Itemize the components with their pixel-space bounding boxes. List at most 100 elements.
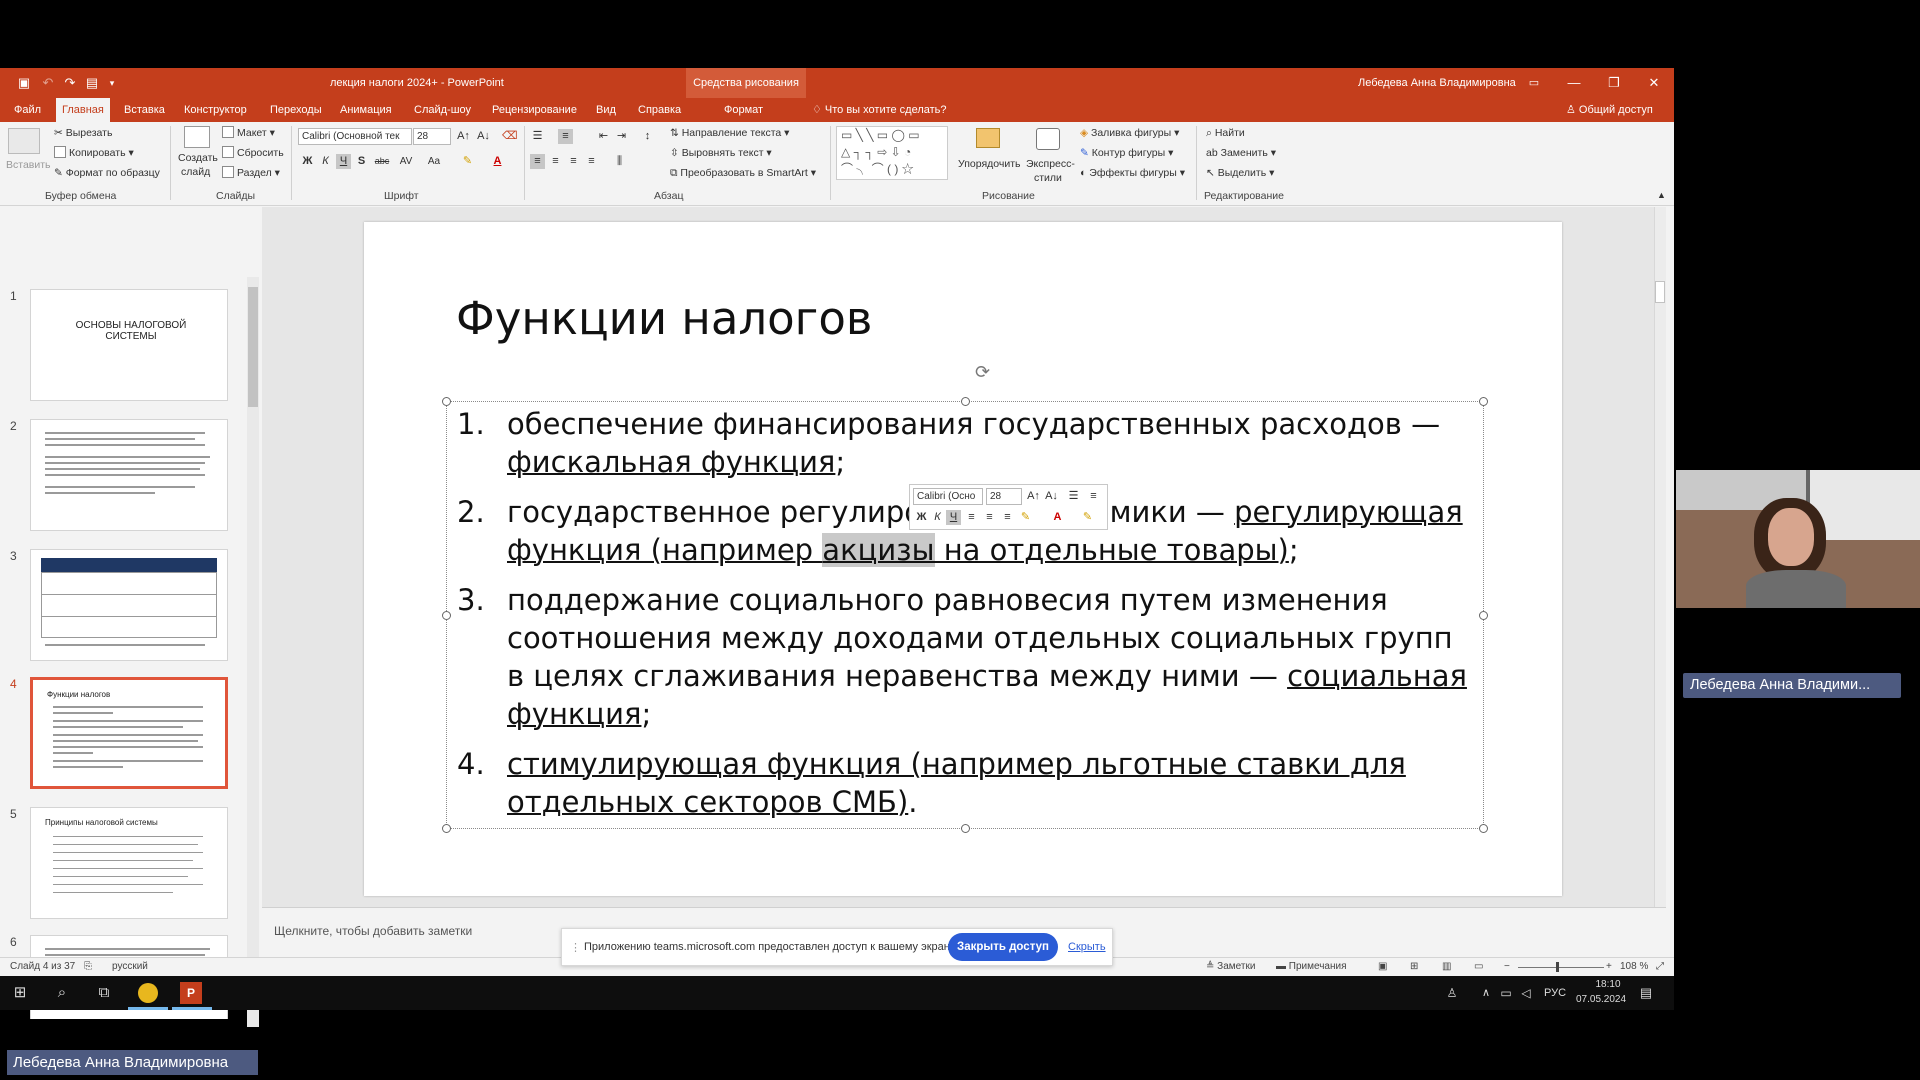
quick-styles-button-2[interactable]: стили	[1034, 171, 1062, 185]
rotate-handle-icon[interactable]: ⟳	[975, 362, 990, 383]
thumbnail-slide-1[interactable]: ОСНОВЫ НАЛОГОВОЙ СИСТЕМЫ	[30, 289, 228, 401]
paste-icon[interactable]	[8, 128, 40, 154]
line-spacing-icon[interactable]: ↕	[640, 129, 655, 144]
resize-handle[interactable]	[442, 397, 451, 406]
decrease-font-icon[interactable]: A↓	[476, 129, 491, 144]
layout-button[interactable]: Макет ▾	[222, 126, 275, 140]
section-button[interactable]: Раздел ▾	[222, 166, 280, 180]
numbering-icon[interactable]: ≡	[558, 129, 573, 144]
resize-handle[interactable]	[442, 611, 451, 620]
underline-button[interactable]: Ч	[336, 154, 351, 169]
tab-format[interactable]: Формат	[718, 98, 769, 122]
spellcheck-icon[interactable]: ⎘	[84, 960, 92, 974]
thumbnail-slide-2[interactable]	[30, 419, 228, 531]
notifications-icon[interactable]: ▤	[1634, 981, 1658, 1005]
bold-button[interactable]: Ж	[300, 154, 315, 169]
justify-icon[interactable]: ≡	[584, 154, 599, 169]
shape-fill-button[interactable]: ◈ Заливка фигуры ▾	[1080, 126, 1179, 140]
ribbon-display-icon[interactable]: ▭	[1514, 68, 1554, 98]
mini-size-combo[interactable]: 28	[986, 488, 1022, 505]
tab-design[interactable]: Конструктор	[178, 98, 253, 122]
shape-outline-button[interactable]: ✎ Контур фигуры ▾	[1080, 146, 1173, 160]
people-icon[interactable]: ♙	[1440, 981, 1464, 1005]
convert-smartart-button[interactable]: ⧉ Преобразовать в SmartArt ▾	[670, 166, 816, 180]
slide-sorter-icon[interactable]: ⊞	[1410, 960, 1418, 974]
tab-view[interactable]: Вид	[590, 98, 622, 122]
quick-styles-button[interactable]: Экспресс-	[1026, 157, 1075, 171]
highlight-icon[interactable]: ✎	[1018, 510, 1033, 525]
align-right-icon[interactable]: ≡	[1000, 510, 1015, 525]
resize-handle[interactable]	[961, 824, 970, 833]
canvas-scrollbar[interactable]	[1654, 207, 1666, 907]
format-painter-icon[interactable]: ✎	[1080, 510, 1095, 525]
save-icon[interactable]: ▣	[16, 75, 32, 91]
columns-icon[interactable]: ⫼	[612, 154, 627, 169]
collapse-ribbon-icon[interactable]: ▲	[1654, 188, 1669, 203]
underline-icon[interactable]: Ч	[946, 510, 961, 525]
find-button[interactable]: ⌕ Найти	[1206, 126, 1245, 140]
content-placeholder[interactable]: 1. обеспечение финансирования государств…	[442, 397, 1488, 833]
clock-time[interactable]: 18:10	[1588, 979, 1628, 990]
numbering-icon[interactable]: ≡	[1086, 489, 1101, 504]
minimize-button[interactable]: —	[1554, 68, 1594, 98]
change-case-button[interactable]: Aa	[424, 154, 444, 169]
decrease-indent-icon[interactable]: ⇤	[596, 129, 611, 144]
align-left-icon[interactable]: ≡	[530, 154, 545, 169]
font-size-combo[interactable]: 28	[413, 128, 451, 145]
fit-slide-icon[interactable]: ⤢	[1656, 960, 1664, 974]
bullets-icon[interactable]: ☰	[530, 129, 545, 144]
new-slide-button[interactable]: Создать	[178, 151, 218, 165]
arrange-button[interactable]: Упорядочить	[958, 157, 1020, 171]
reset-button[interactable]: Сбросить	[222, 146, 284, 160]
select-button[interactable]: ↖ Выделить ▾	[1206, 166, 1274, 180]
canvas-scrollbar-thumb[interactable]	[1655, 281, 1665, 303]
bullets-icon[interactable]: ☰	[1066, 489, 1081, 504]
thumbnail-slide-5[interactable]: Принципы налоговой системы	[30, 807, 228, 919]
tab-animations[interactable]: Анимация	[334, 98, 398, 122]
close-button[interactable]: ✕	[1634, 68, 1674, 98]
shape-effects-button[interactable]: ◐ Эффекты фигуры ▾	[1080, 166, 1185, 180]
drag-handle-icon[interactable]: ⋮	[570, 941, 581, 954]
align-text-button[interactable]: ⇳ Выровнять текст ▾	[670, 146, 772, 160]
quick-styles-icon[interactable]	[1036, 128, 1060, 150]
tab-review[interactable]: Рецензирование	[486, 98, 583, 122]
format-painter-button[interactable]: ✎ Формат по образцу	[54, 166, 160, 180]
thumbnail-slide-3[interactable]	[30, 549, 228, 661]
normal-view-icon[interactable]: ▣	[1378, 960, 1387, 974]
thumbnail-slide-4[interactable]: Функции налогов	[30, 677, 228, 789]
paste-button[interactable]: Вставить	[6, 158, 51, 172]
text-direction-button[interactable]: ⇅ Направление текста ▾	[670, 126, 789, 140]
search-icon[interactable]: ⌕	[50, 981, 74, 1005]
tab-home[interactable]: Главная	[56, 98, 110, 122]
increase-font-icon[interactable]: A↑	[1026, 489, 1041, 504]
undo-icon[interactable]: ↶	[40, 75, 56, 91]
font-color-icon[interactable]: A	[490, 154, 505, 169]
resize-handle[interactable]	[442, 824, 451, 833]
tab-insert[interactable]: Вставка	[118, 98, 171, 122]
tab-help[interactable]: Справка	[632, 98, 687, 122]
zoom-slider-thumb[interactable]	[1556, 962, 1559, 972]
tab-slideshow[interactable]: Слайд-шоу	[408, 98, 477, 122]
italic-button[interactable]: К	[318, 154, 333, 169]
clear-formatting-icon[interactable]: ⌫	[502, 129, 518, 144]
notes-toggle-button[interactable]: ≜ Заметки	[1206, 960, 1255, 974]
volume-icon[interactable]: ◁	[1514, 981, 1538, 1005]
font-family-combo[interactable]: Calibri (Основной тек	[298, 128, 412, 145]
highlight-icon[interactable]: ✎	[460, 154, 475, 169]
shapes-gallery[interactable]: ▭ ╲ ╲ ▭ ◯ ▭ △ ┐ ┐ ⇨ ⇩ ◔ ⌒ ╮ ⌒ ( ) ☆	[836, 126, 948, 180]
tab-transitions[interactable]: Переходы	[264, 98, 328, 122]
char-spacing-button[interactable]: AV	[396, 154, 416, 169]
shadow-button[interactable]: S	[354, 154, 369, 169]
mini-font-combo[interactable]: Calibri (Осно	[913, 488, 983, 505]
decrease-font-icon[interactable]: A↓	[1044, 489, 1059, 504]
windows-start-icon[interactable]: ⊞	[8, 981, 32, 1005]
redo-icon[interactable]: ↷	[62, 75, 78, 91]
participant-video[interactable]	[1676, 470, 1920, 608]
resize-handle[interactable]	[1479, 397, 1488, 406]
resize-handle[interactable]	[1479, 824, 1488, 833]
slide-title[interactable]: Функции налогов	[456, 292, 872, 345]
hide-banner-link[interactable]: Скрыть	[1068, 941, 1106, 953]
reading-view-icon[interactable]: ▥	[1442, 960, 1451, 974]
copy-button[interactable]: Копировать ▾	[54, 146, 134, 160]
thumbnails-scrollbar-thumb[interactable]	[248, 287, 258, 407]
